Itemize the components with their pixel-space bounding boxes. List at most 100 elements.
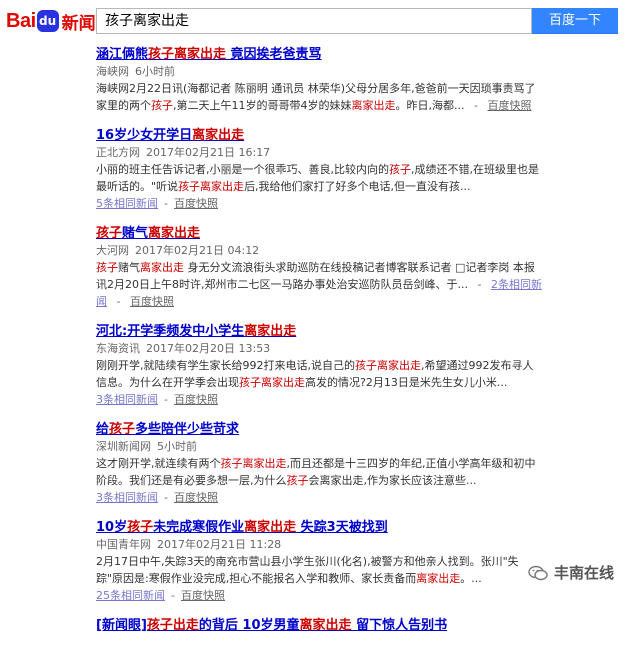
text-segment: 会离家出走,作为家长应该注意些... [308,474,477,487]
text-segment: 多些陪伴少些苛求 [135,422,240,437]
result-time: 2017年02月21日 11:28 [157,538,282,551]
result-time: 2017年02月21日 16:17 [146,146,271,159]
highlight-text: 离家出走 [244,324,297,339]
highlight-text: 离家出走 [140,261,184,274]
highlight-text: 孩子 [96,261,118,274]
highlight-text: 孩子出走 [146,618,199,633]
same-news-link[interactable]: 3条相同新闻 [96,491,158,504]
logo-text-news: 新闻 [61,13,96,34]
highlight-text: 孩子 [96,226,123,241]
highlight-text: 离家出走 [351,99,396,112]
text-segment: 留下惊人告别书 [351,618,448,633]
cache-link[interactable]: 百度快照 [174,197,218,210]
result-time: 6小时前 [135,65,175,78]
text-segment: 赌气 [122,226,149,241]
result-links: 3条相同新闻 - 百度快照 [96,391,544,408]
result-item: 河北:开学季频发中小学生离家出走 东海资讯 2017年02月20日 13:53 刚刚开… [96,323,544,408]
logo-text-bai: Bai [6,9,36,32]
result-item: 10岁孩子未完成寒假作业离家出走 失踪3天被找到 中国青年网 2017年02月21日… [96,519,544,604]
cache-link[interactable]: 百度快照 [174,491,218,504]
text-segment: 这才刚开学,就连续有两个 [96,457,221,470]
highlight-text: 离家出走 [192,128,245,143]
highlight-text: 离家出走 [299,618,352,633]
highlight-text: 孩子 [151,99,173,112]
text-segment: 给 [96,422,110,437]
separator: - [470,99,482,112]
result-source: 大河网 [96,244,129,257]
watermark: 丰南在线 [528,562,614,583]
result-source: 深圳新闻网 [96,440,151,453]
separator: - [473,278,485,291]
result-time: 2017年02月21日 04:12 [135,244,260,257]
highlight-text: 孩子离家出走 [355,359,421,372]
result-source: 正北方网 [96,146,140,159]
paw-icon: du [36,10,59,32]
text-segment: 未完成寒假作业 [153,520,245,535]
search-input[interactable]: 孩子离家出走 [96,8,532,34]
result-summary: 2月17日中午,失踪3天的南充市营山县小学生张川(化名),被警方和他亲人找到。张… [96,553,544,587]
search-button[interactable]: 百度一下 [532,8,618,34]
cache-link[interactable]: 百度快照 [130,295,174,308]
same-news-link[interactable]: 25条相同新闻 [96,589,165,602]
result-links: 3条相同新闻 - 百度快照 [96,489,544,506]
highlight-text: 孩子 [127,520,154,535]
result-title-link[interactable]: 涵江俩熊孩子离家出走 竟因挨老爸责骂 [96,46,544,63]
result-summary: 这才刚开学,就连续有两个孩子离家出走,而且还都是十三四岁的年纪,正值小学高年级和… [96,455,544,489]
text-segment: 竟因挨老爸责骂 [226,47,322,62]
result-title-link[interactable]: 孩子赌气离家出走 [96,225,544,242]
result-item: 孩子赌气离家出走 大河网 2017年02月21日 04:12 孩子赌气离家出走 身无分… [96,225,544,310]
text-segment: 失踪3天被找到 [296,520,388,535]
text-segment: 。... [460,572,482,585]
text-segment: 赌气 [118,261,140,274]
result-meta: 大河网 2017年02月21日 04:12 [96,243,544,258]
highlight-text: 孩子离家出走 [220,457,287,470]
result-source: 东海资讯 [96,342,140,355]
result-title-link[interactable]: [新闻眼]孩子出走的背后 10岁男童离家出走 留下惊人告别书 [96,617,544,634]
highlight-text: 离家出走 [244,520,297,535]
separator: - [171,589,175,602]
highlight-text: 离家出走 [148,226,201,241]
result-source: 海峡网 [96,65,129,78]
result-meta: 正北方网 2017年02月21日 16:17 [96,145,544,160]
text-segment: [新闻眼] [96,618,147,633]
text-segment: 后,我给他们家打了好多个电话,但一直没有孩... [244,180,471,193]
result-summary: 小丽的班主任告诉记者,小丽是一个很乖巧、善良,比较内向的孩子,成绩还不错,在班级… [96,161,544,195]
text-segment: 16岁少女开学日 [96,128,193,143]
result-links: 5条相同新闻 - 百度快照 [96,195,544,212]
text-segment: 涵江俩熊 [96,47,149,62]
separator: - [113,295,124,308]
separator: - [164,491,168,504]
highlight-text: 孩子 [389,163,411,176]
result-title-link[interactable]: 河北:开学季频发中小学生离家出走 [96,323,544,340]
result-item: 涵江俩熊孩子离家出走 竟因挨老爸责骂 海峡网 6小时前 海峡网2月22日讯(海都记者 … [96,46,544,114]
wechat-icon [528,565,548,580]
cache-link[interactable]: 百度快照 [487,99,531,112]
result-item: [新闻眼]孩子出走的背后 10岁男童离家出走 留下惊人告别书 [96,617,544,634]
results-list: 涵江俩熊孩子离家出走 竟因挨老爸责骂 海峡网 6小时前 海峡网2月22日讯(海都记者 … [96,46,544,647]
result-meta: 中国青年网 2017年02月21日 11:28 [96,537,544,552]
text-segment: 的背后 10岁男童 [198,618,300,633]
highlight-text: 孩子离家出走 [239,376,305,389]
result-time: 5小时前 [157,440,197,453]
highlight-text: 孩子离家出走 [178,180,245,193]
highlight-text: 孩子 [109,422,136,437]
result-title-link[interactable]: 10岁孩子未完成寒假作业离家出走 失踪3天被找到 [96,519,544,536]
text-segment: 河北:开学季频发中小学生 [96,324,245,339]
text-segment: 10岁 [96,520,128,535]
result-time: 2017年02月20日 13:53 [146,342,271,355]
highlight-text: 孩子 [286,474,309,487]
cache-link[interactable]: 百度快照 [174,393,218,406]
highlight-text: 离家出走 [416,572,461,585]
same-news-link[interactable]: 3条相同新闻 [96,393,158,406]
cache-link[interactable]: 百度快照 [181,589,225,602]
text-segment: 小丽的班主任告诉记者,小丽是一个很乖巧、善良,比较内向的 [96,163,389,176]
result-title-link[interactable]: 给孩子多些陪伴少些苛求 [96,421,544,438]
result-source: 中国青年网 [96,538,151,551]
separator: - [164,393,168,406]
same-news-link[interactable]: 5条相同新闻 [96,197,158,210]
baidu-news-logo[interactable]: Bai du 新闻 [6,7,96,35]
result-title-link[interactable]: 16岁少女开学日离家出走 [96,127,544,144]
result-links: 25条相同新闻 - 百度快照 [96,587,544,604]
text-segment: ,第二天上午11岁的哥哥带4岁的妹妹 [173,99,352,112]
result-meta: 海峡网 6小时前 [96,64,544,79]
